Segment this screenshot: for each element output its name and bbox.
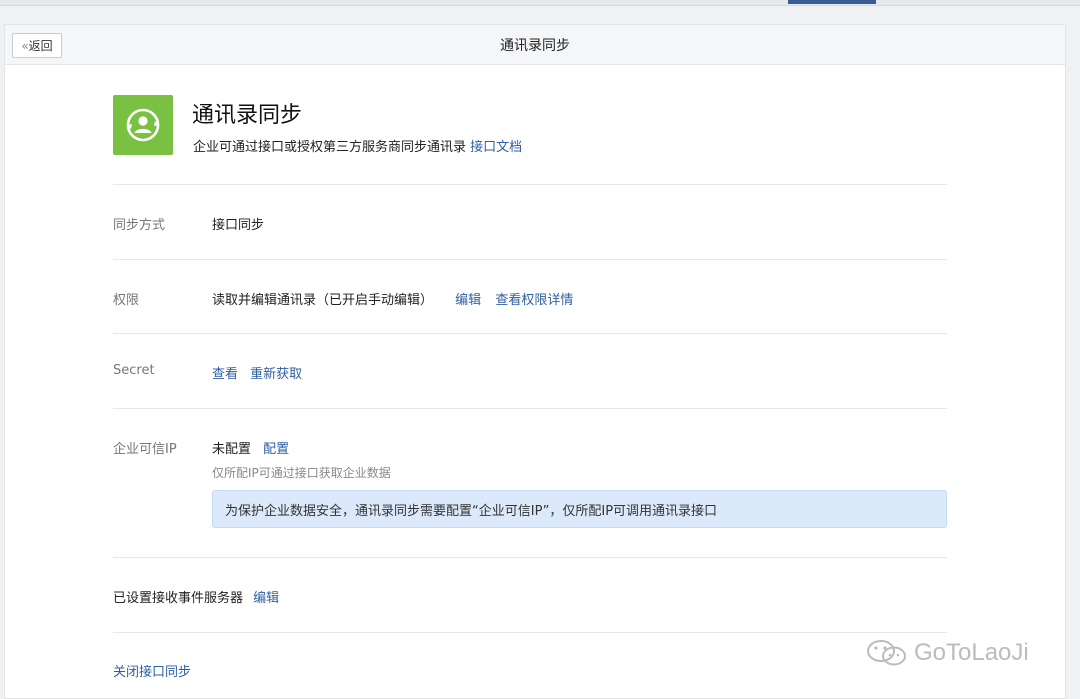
secret-view-link[interactable]: 查看	[212, 367, 238, 382]
trusted-ip-alert: 为保护企业数据安全，通讯录同步需要配置“企业可信IP”，仅所配IP可调用通讯录接…	[212, 490, 947, 528]
permission-text: 读取并编辑通讯录（已开启手动编辑）	[212, 293, 434, 308]
page-title: 通讯录同步	[500, 38, 570, 54]
secret-label: Secret	[113, 363, 155, 378]
app-description: 企业可通过接口或授权第三方服务商同步通讯录 接口文档	[193, 136, 522, 155]
active-tab-indicator	[788, 0, 876, 4]
permission-edit-link[interactable]: 编辑	[455, 293, 481, 308]
event-server-text: 已设置接收事件服务器	[113, 591, 244, 606]
watermark: GoToLaoJi	[866, 636, 1029, 670]
trusted-ip-row: 企业可信IP 未配置 配置 仅所配IP可通过接口获取企业数据 为保护企业数据安全…	[113, 409, 947, 558]
permission-row: 权限 读取并编辑通讯录（已开启手动编辑） 编辑 查看权限详情	[113, 260, 947, 334]
close-sync-link[interactable]: 关闭接口同步	[113, 661, 191, 680]
contact-sync-icon	[113, 95, 173, 155]
main-panel: « 返回 通讯录同步 通讯录同步 企业可通过接口或授权第三方服务商同步通讯录 接…	[4, 24, 1066, 699]
top-strip	[0, 0, 1080, 6]
sync-method-value: 接口同步	[212, 218, 265, 233]
trusted-ip-note: 仅所配IP可通过接口获取企业数据	[212, 466, 391, 480]
api-doc-link[interactable]: 接口文档	[470, 140, 522, 155]
app-hero: 通讯录同步 企业可通过接口或授权第三方服务商同步通讯录 接口文档	[113, 65, 947, 185]
trusted-ip-configure-link[interactable]: 配置	[263, 442, 289, 457]
event-server-row: 已设置接收事件服务器 编辑	[113, 558, 947, 633]
trusted-ip-value: 未配置 配置	[212, 438, 289, 457]
app-title: 通讯录同步	[192, 103, 303, 128]
permission-value: 读取并编辑通讯录（已开启手动编辑） 编辑 查看权限详情	[212, 289, 573, 308]
sync-method-label: 同步方式	[113, 218, 166, 233]
secret-refresh-link[interactable]: 重新获取	[250, 367, 302, 382]
content: 通讯录同步 企业可通过接口或授权第三方服务商同步通讯录 接口文档 同步方式 接口…	[113, 65, 947, 693]
trusted-ip-label: 企业可信IP	[113, 442, 177, 457]
watermark-text: GoToLaoJi	[914, 639, 1029, 666]
permission-details-link[interactable]: 查看权限详情	[495, 293, 573, 308]
secret-row: Secret 查看 重新获取	[113, 334, 947, 409]
permission-label: 权限	[113, 293, 140, 308]
sync-method-row: 同步方式 接口同步	[113, 185, 947, 260]
app-description-text: 企业可通过接口或授权第三方服务商同步通讯录	[193, 140, 467, 155]
trusted-ip-status: 未配置	[212, 442, 252, 457]
event-server-status: 已设置接收事件服务器 编辑	[113, 587, 279, 606]
wechat-icon	[867, 640, 906, 666]
close-sync-row: 关闭接口同步	[113, 633, 947, 693]
panel-header: « 返回 通讯录同步	[5, 25, 1065, 65]
event-server-edit-link[interactable]: 编辑	[253, 591, 279, 606]
secret-actions: 查看 重新获取	[212, 363, 302, 382]
